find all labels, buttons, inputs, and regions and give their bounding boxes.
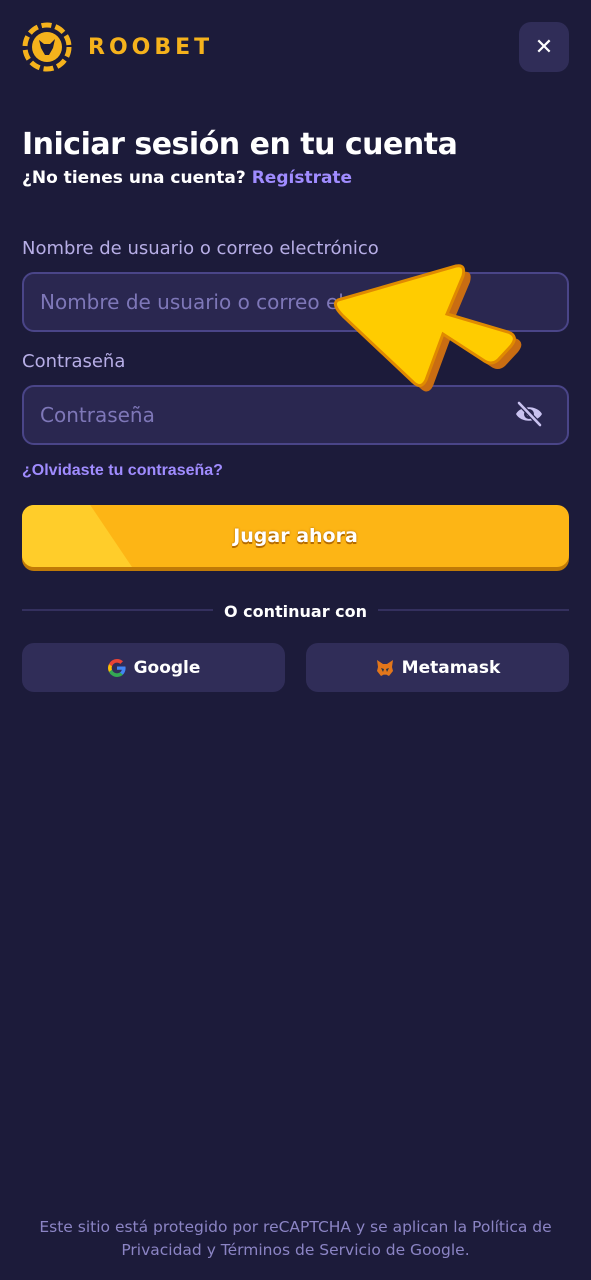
metamask-label: Metamask <box>401 657 501 678</box>
google-login-button[interactable]: Google <box>22 643 285 692</box>
divider-right <box>378 609 569 611</box>
play-now-button[interactable]: Jugar ahora <box>22 505 569 567</box>
continue-with-text: O continuar con <box>223 602 368 621</box>
login-page: ROOBET ✕ Iniciar sesión en tu cuenta ¿No… <box>0 0 591 1280</box>
google-icon <box>107 658 126 677</box>
register-link[interactable]: Regístrate <box>252 168 352 188</box>
close-icon: ✕ <box>534 34 554 59</box>
username-label: Nombre de usuario o correo electrónico <box>22 238 379 259</box>
password-input[interactable] <box>22 385 569 445</box>
metamask-login-button[interactable]: Metamask <box>306 643 569 692</box>
metamask-fox-icon <box>376 659 393 676</box>
eye-off-icon[interactable] <box>513 400 545 428</box>
forgot-password-link[interactable]: ¿Olvidaste tu contraseña? <box>22 462 223 480</box>
username-input[interactable] <box>22 272 569 332</box>
google-label: Google <box>133 657 201 678</box>
brand-logo[interactable]: ROOBET <box>22 22 213 72</box>
roobet-logo-icon <box>22 22 72 72</box>
play-now-label: Jugar ahora <box>233 525 358 547</box>
close-button[interactable]: ✕ <box>519 22 569 72</box>
password-label: Contraseña <box>22 351 126 372</box>
signup-prompt: ¿No tienes una cuenta? Regístrate <box>22 168 352 188</box>
page-title: Iniciar sesión en tu cuenta <box>22 127 458 162</box>
brand-name: ROOBET <box>88 34 214 60</box>
header: ROOBET ✕ <box>22 22 569 72</box>
signup-prompt-text: ¿No tienes una cuenta? <box>22 168 246 188</box>
recaptcha-notice: Este sitio está protegido por reCAPTCHA … <box>39 1218 552 1259</box>
